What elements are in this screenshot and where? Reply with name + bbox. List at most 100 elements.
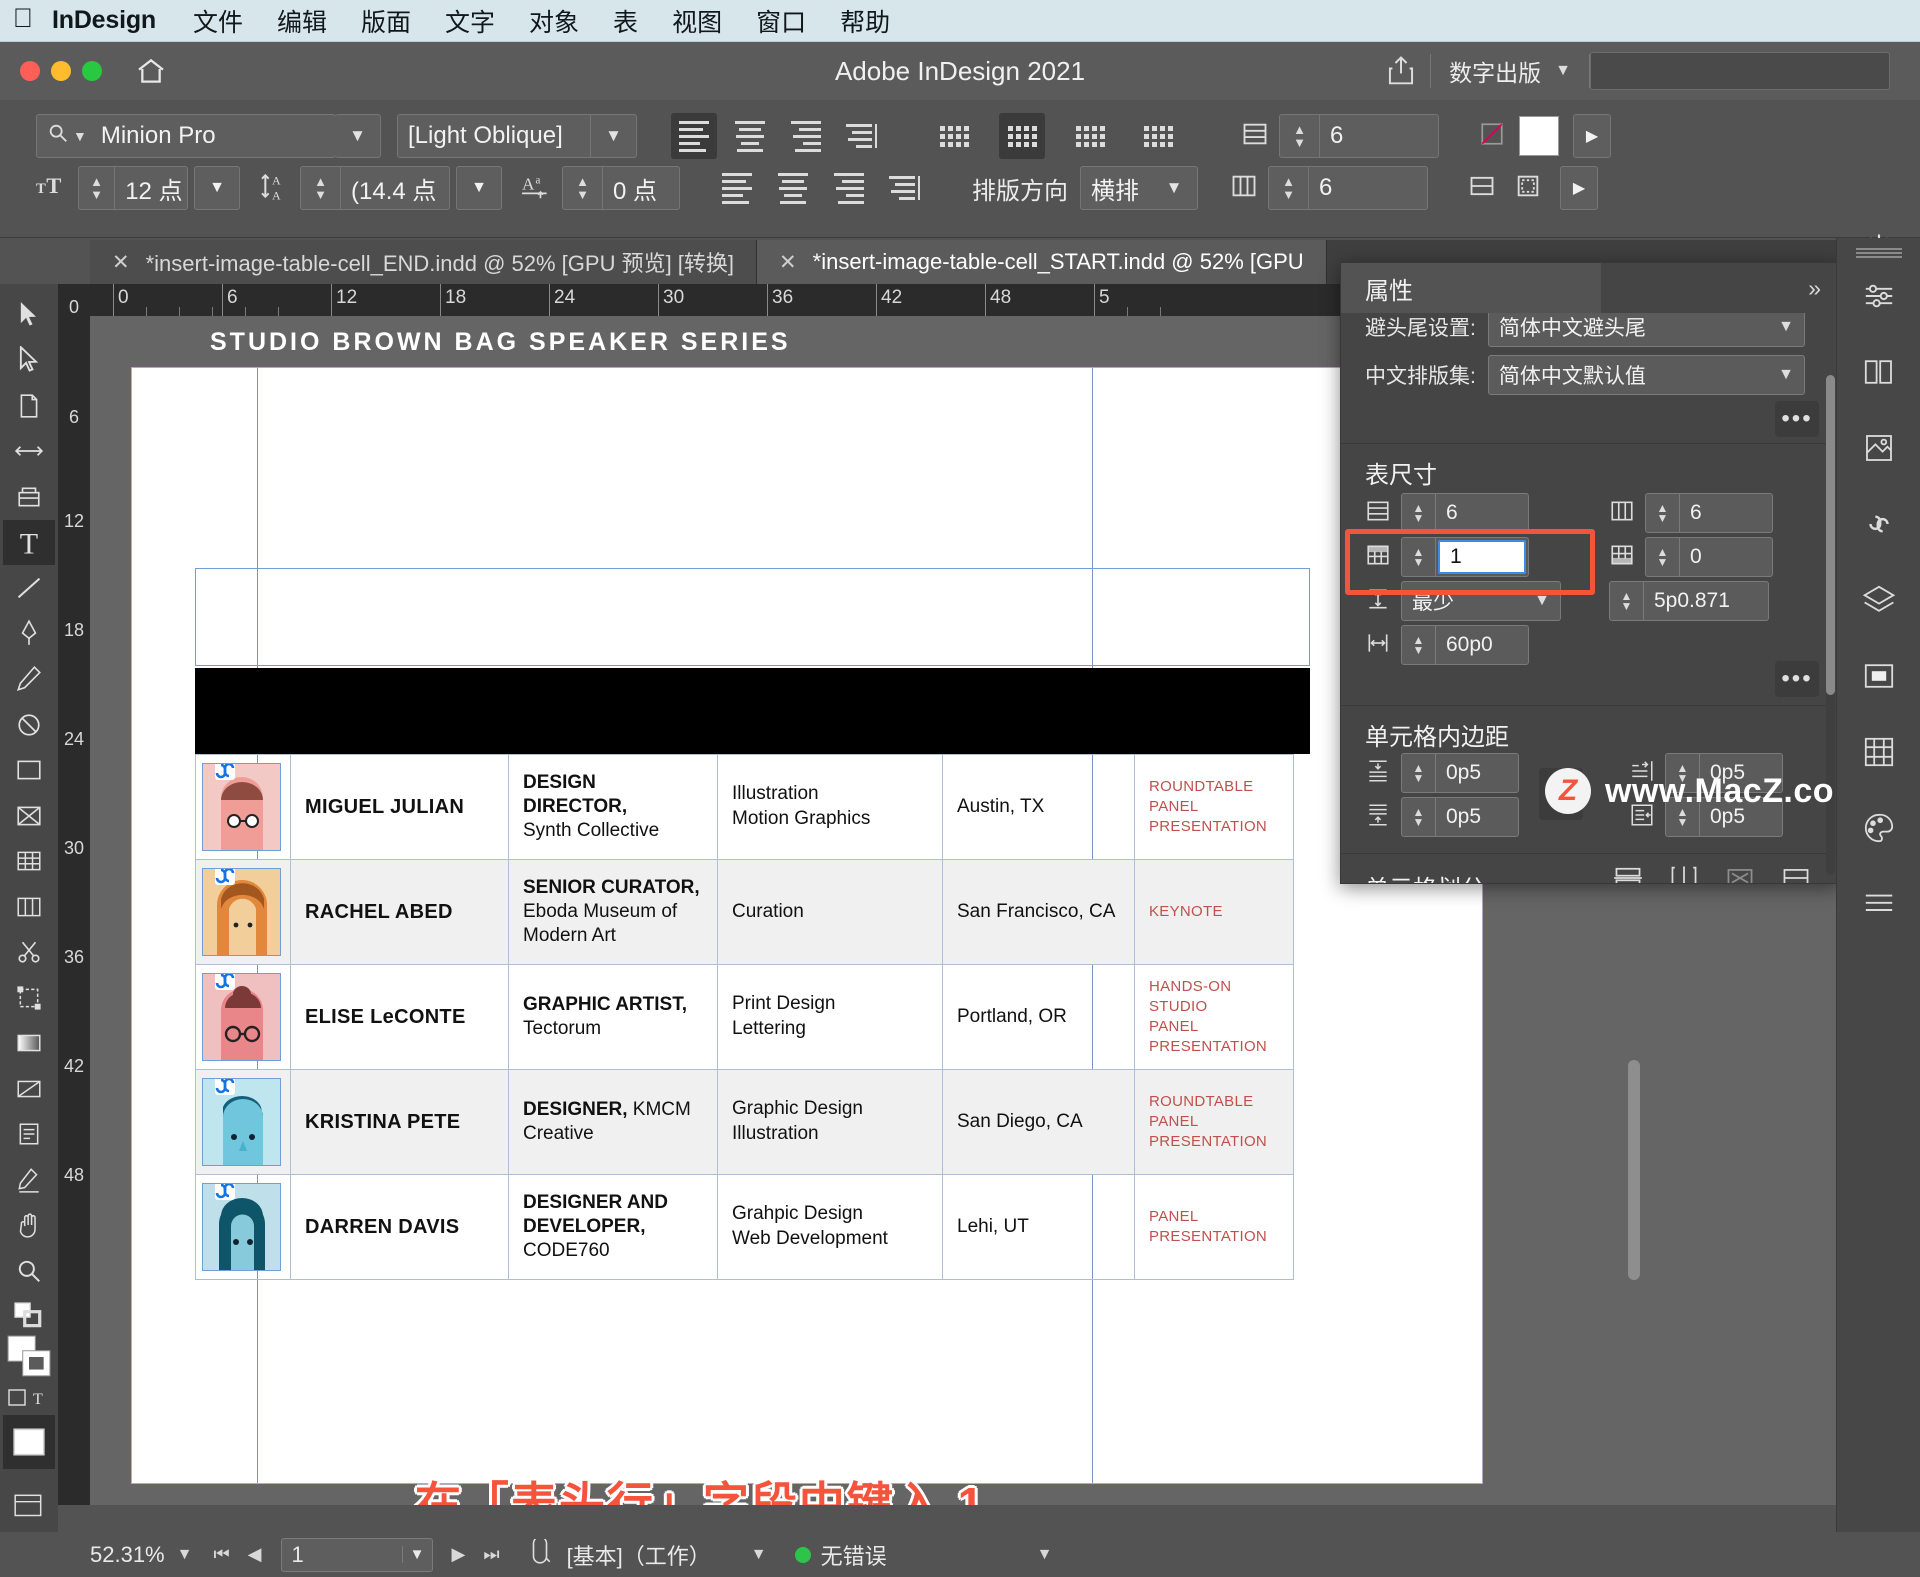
menubar-app-name[interactable]: InDesign — [46, 6, 176, 35]
properties-panel-tab[interactable]: 属性 — [1341, 263, 1601, 313]
skills-cell[interactable]: Print Design Lettering — [717, 964, 943, 1070]
row-height-mode-select[interactable]: 最少 ▼ — [1401, 581, 1561, 621]
name-cell[interactable]: ELISE LeCONTE — [290, 964, 509, 1070]
avatar-cell[interactable] — [195, 964, 291, 1070]
stepper-icon[interactable]: ▲ ▼ — [1610, 581, 1644, 621]
name-cell[interactable]: MIGUEL JULIAN — [290, 754, 509, 860]
table-row[interactable]: MIGUEL JULIAN DESIGN DIRECTOR, Synth Coll… — [195, 754, 1294, 860]
stepper-icon[interactable]: ▲ ▼ — [1280, 114, 1320, 158]
baseline-shift-field[interactable]: ▲ ▼ 0 点 — [562, 166, 680, 210]
justify-all-icon[interactable] — [882, 165, 928, 211]
skills-cell[interactable]: Illustration Motion Graphics — [717, 754, 943, 860]
body-rows-field[interactable]: ▲ ▼ 6 — [1401, 493, 1529, 533]
stepper-icon[interactable]: ▲ ▼ — [1402, 797, 1436, 837]
column-width-field[interactable]: ▲ ▼ 60p0 — [1401, 625, 1529, 665]
table-row[interactable]: RACHEL ABED SENIOR CURATOR, Eboda Museum … — [195, 859, 1294, 965]
hand-tool-icon[interactable] — [3, 1203, 55, 1249]
session-cell[interactable]: ROUNDTABLE PANEL PRESENTATION — [1134, 1069, 1294, 1175]
swatches-panel-icon[interactable] — [1837, 714, 1920, 790]
page-number-field[interactable]: 1 ▼ — [280, 1537, 433, 1572]
chevron-down-icon[interactable]: ▼ — [711, 1546, 779, 1564]
skills-cell[interactable]: Curation — [717, 859, 943, 965]
stepper-icon[interactable]: ▲ ▼ — [79, 166, 116, 210]
grid-align-top-icon[interactable] — [931, 113, 977, 159]
search-input[interactable] — [1590, 52, 1890, 90]
columns-count-field[interactable]: ▲ ▼ 6 — [1268, 166, 1428, 210]
gap-tool-icon[interactable] — [3, 429, 55, 475]
avatar-cell[interactable] — [195, 754, 291, 860]
align-left-icon[interactable] — [671, 113, 717, 159]
font-style-field[interactable]: [Light Oblique] ▼ — [397, 114, 637, 158]
font-size-field[interactable]: ▲ ▼ 12 点 — [78, 166, 188, 210]
avatar-kristina[interactable] — [202, 1078, 281, 1166]
link-icon[interactable] — [213, 764, 239, 784]
header-rows-field[interactable]: ▲ ▼ 1 — [1401, 537, 1529, 577]
no-color-icon[interactable] — [1479, 121, 1505, 152]
table-stroke-icon[interactable] — [1468, 172, 1496, 205]
stepper-icon[interactable]: ▲ ▼ — [563, 166, 603, 210]
formatting-affects-icons[interactable]: T — [3, 1381, 55, 1415]
eraser-tool-icon[interactable] — [3, 702, 55, 748]
role-cell[interactable]: DESIGNER AND DEVELOPER, CODE760 — [508, 1174, 718, 1280]
paragraph-styles-icon[interactable] — [1837, 866, 1920, 942]
skills-cell[interactable]: Graphic Design Illustration — [717, 1069, 943, 1175]
pages-panel-icon[interactable] — [1837, 334, 1920, 410]
merge-cells-icon[interactable] — [1613, 863, 1643, 883]
table-style-dropdown[interactable]: ▶ — [1560, 166, 1598, 210]
role-cell[interactable]: DESIGN DIRECTOR, Synth Collective — [508, 754, 718, 860]
maximize-window-button[interactable] — [82, 61, 102, 81]
name-cell[interactable]: RACHEL ABED — [290, 859, 509, 965]
menu-type[interactable]: 文字 — [428, 3, 512, 39]
line-tool-icon[interactable] — [3, 565, 55, 611]
gradient-swatch-tool-icon[interactable] — [3, 1021, 55, 1067]
avatar-rachel[interactable] — [202, 868, 281, 956]
footer-rows-field[interactable]: ▲ ▼ 0 — [1645, 537, 1773, 577]
properties-panel-icon[interactable] — [1837, 258, 1920, 334]
fill-swatch[interactable] — [1519, 116, 1559, 156]
text-more-options-ellipsis-icon[interactable]: ••• — [1775, 401, 1819, 437]
vertical-scrollbar[interactable] — [1628, 1060, 1640, 1280]
fill-stroke-swap-icon[interactable] — [3, 1300, 55, 1332]
gradient-feather-tool-icon[interactable] — [3, 1066, 55, 1112]
chevron-down-icon[interactable]: ▼ — [887, 1546, 1065, 1564]
mojikumi-select[interactable]: 简体中文默认值 ▼ — [1487, 355, 1805, 395]
free-transform-tool-icon[interactable] — [3, 975, 55, 1021]
stepper-icon[interactable]: ▲ ▼ — [1646, 493, 1680, 533]
next-page-icon[interactable]: ▶ — [443, 1544, 475, 1565]
justify-left-icon[interactable] — [714, 165, 760, 211]
location-cell[interactable]: Portland, OR — [942, 964, 1135, 1070]
chevron-down-icon[interactable]: ▼ — [401, 1546, 432, 1563]
window-controls[interactable] — [0, 61, 102, 81]
session-cell[interactable]: ROUNDTABLE PANEL PRESENTATION — [1134, 754, 1294, 860]
avatar-cell[interactable] — [195, 1069, 291, 1175]
pencil-tool-icon[interactable] — [3, 656, 55, 702]
avatar-cell[interactable] — [195, 859, 291, 965]
link-icon[interactable] — [213, 1079, 239, 1099]
preview-mode-icon[interactable] — [3, 1415, 55, 1469]
inset-top-field[interactable]: ▲ ▼ 0p5 — [1401, 753, 1519, 793]
role-cell[interactable]: DESIGNER, KMCM Creative — [508, 1069, 718, 1175]
type-tool-icon[interactable]: T — [3, 519, 55, 566]
avatar-elise[interactable] — [202, 973, 281, 1061]
stepper-icon[interactable]: ▲ ▼ — [1402, 493, 1436, 533]
justify-center-icon[interactable] — [770, 165, 816, 211]
empty-text-frame[interactable] — [195, 568, 1310, 666]
table-row[interactable]: DARREN DAVIS DESIGNER AND DEVELOPER, COD… — [195, 1174, 1294, 1280]
content-collector-tool-icon[interactable] — [3, 474, 55, 520]
cc-libraries-icon[interactable] — [1837, 410, 1920, 486]
horizontal-scrollbar-area[interactable] — [58, 1505, 1836, 1532]
close-icon[interactable]: ✕ — [779, 250, 797, 275]
fill-stroke-icon[interactable] — [3, 1332, 55, 1381]
session-cell[interactable]: PANEL PRESENTATION — [1134, 1174, 1294, 1280]
location-cell[interactable]: San Diego, CA — [942, 1069, 1135, 1175]
leading-field[interactable]: ▲ ▼ (14.4 点 — [300, 166, 450, 210]
location-cell[interactable]: Lehi, UT — [942, 1174, 1135, 1280]
document-tab-end[interactable]: ✕ *insert-image-table-cell_END.indd @ 52… — [90, 240, 758, 284]
first-page-icon[interactable]: ⏮ — [204, 1544, 238, 1565]
font-size-dropdown[interactable]: ▼ — [194, 166, 240, 210]
table-more-options-ellipsis-icon[interactable]: ••• — [1775, 661, 1819, 697]
speakers-table[interactable]: MIGUEL JULIAN DESIGN DIRECTOR, Synth Coll… — [195, 754, 1294, 1280]
close-icon[interactable]: ✕ — [112, 250, 130, 275]
layers-panel-icon[interactable] — [1837, 562, 1920, 638]
menu-table[interactable]: 表 — [596, 3, 655, 39]
